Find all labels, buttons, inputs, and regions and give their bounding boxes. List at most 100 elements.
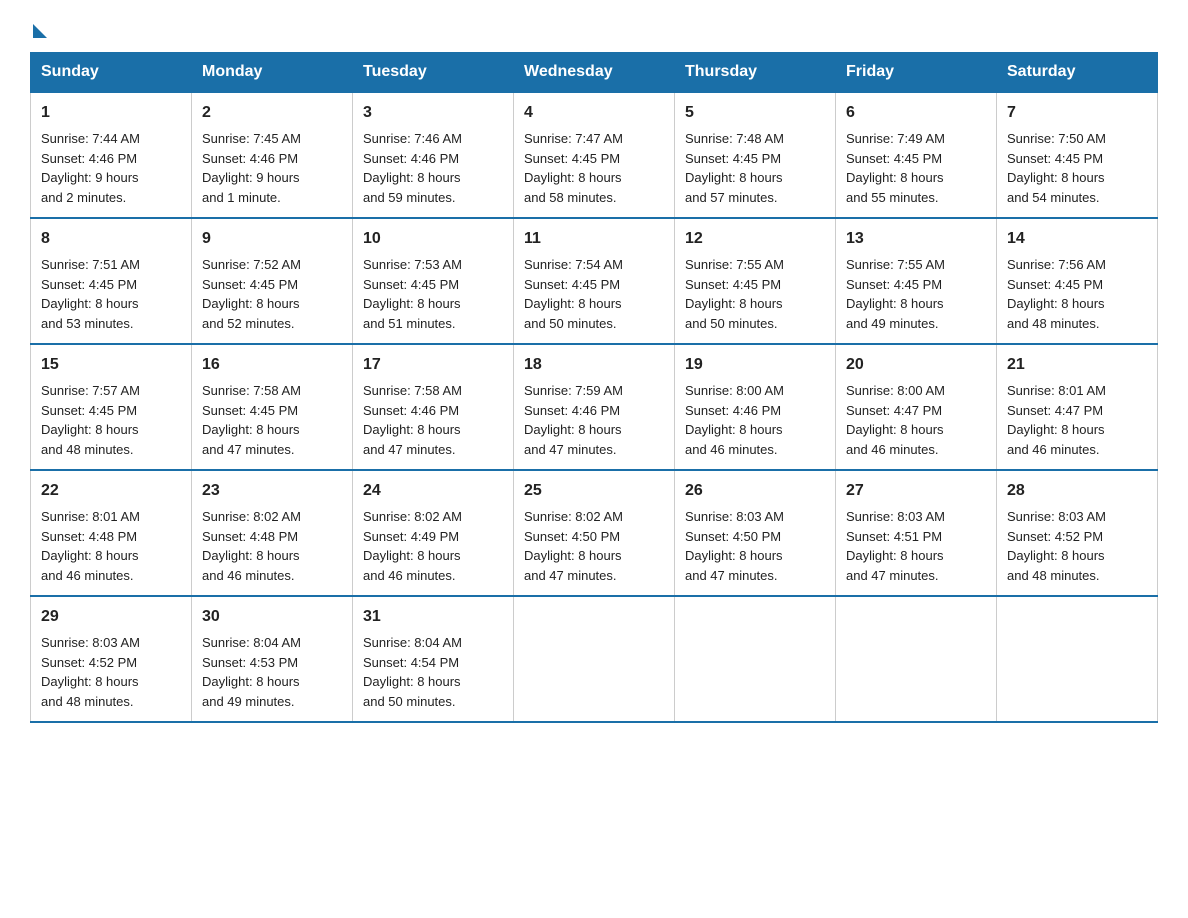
calendar-day-cell: 2 Sunrise: 7:45 AMSunset: 4:46 PMDayligh… [192, 92, 353, 218]
calendar-day-cell [836, 596, 997, 722]
day-number: 16 [202, 353, 342, 377]
day-info: Sunrise: 8:02 AMSunset: 4:49 PMDaylight:… [363, 509, 462, 583]
day-number: 7 [1007, 101, 1147, 125]
day-info: Sunrise: 7:47 AMSunset: 4:45 PMDaylight:… [524, 131, 623, 205]
day-number: 26 [685, 479, 825, 503]
day-info: Sunrise: 7:57 AMSunset: 4:45 PMDaylight:… [41, 383, 140, 457]
day-info: Sunrise: 7:50 AMSunset: 4:45 PMDaylight:… [1007, 131, 1106, 205]
day-info: Sunrise: 7:56 AMSunset: 4:45 PMDaylight:… [1007, 257, 1106, 331]
day-info: Sunrise: 8:00 AMSunset: 4:46 PMDaylight:… [685, 383, 784, 457]
day-number: 13 [846, 227, 986, 251]
calendar-table: SundayMondayTuesdayWednesdayThursdayFrid… [30, 52, 1158, 723]
day-number: 19 [685, 353, 825, 377]
day-number: 4 [524, 101, 664, 125]
day-info: Sunrise: 8:04 AMSunset: 4:54 PMDaylight:… [363, 635, 462, 709]
day-number: 28 [1007, 479, 1147, 503]
day-number: 6 [846, 101, 986, 125]
day-info: Sunrise: 7:54 AMSunset: 4:45 PMDaylight:… [524, 257, 623, 331]
calendar-week-row: 1 Sunrise: 7:44 AMSunset: 4:46 PMDayligh… [31, 92, 1158, 218]
day-info: Sunrise: 7:45 AMSunset: 4:46 PMDaylight:… [202, 131, 301, 205]
day-number: 2 [202, 101, 342, 125]
calendar-day-cell: 17 Sunrise: 7:58 AMSunset: 4:46 PMDaylig… [353, 344, 514, 470]
day-info: Sunrise: 8:03 AMSunset: 4:52 PMDaylight:… [41, 635, 140, 709]
calendar-day-cell: 6 Sunrise: 7:49 AMSunset: 4:45 PMDayligh… [836, 92, 997, 218]
calendar-day-cell [675, 596, 836, 722]
day-info: Sunrise: 8:00 AMSunset: 4:47 PMDaylight:… [846, 383, 945, 457]
day-number: 5 [685, 101, 825, 125]
calendar-day-cell: 27 Sunrise: 8:03 AMSunset: 4:51 PMDaylig… [836, 470, 997, 596]
calendar-day-cell: 28 Sunrise: 8:03 AMSunset: 4:52 PMDaylig… [997, 470, 1158, 596]
calendar-day-cell: 15 Sunrise: 7:57 AMSunset: 4:45 PMDaylig… [31, 344, 192, 470]
day-number: 23 [202, 479, 342, 503]
day-number: 24 [363, 479, 503, 503]
calendar-week-row: 8 Sunrise: 7:51 AMSunset: 4:45 PMDayligh… [31, 218, 1158, 344]
day-number: 11 [524, 227, 664, 251]
calendar-week-row: 22 Sunrise: 8:01 AMSunset: 4:48 PMDaylig… [31, 470, 1158, 596]
calendar-day-cell: 10 Sunrise: 7:53 AMSunset: 4:45 PMDaylig… [353, 218, 514, 344]
day-info: Sunrise: 7:44 AMSunset: 4:46 PMDaylight:… [41, 131, 140, 205]
calendar-week-row: 15 Sunrise: 7:57 AMSunset: 4:45 PMDaylig… [31, 344, 1158, 470]
calendar-day-cell: 14 Sunrise: 7:56 AMSunset: 4:45 PMDaylig… [997, 218, 1158, 344]
calendar-day-cell [514, 596, 675, 722]
day-of-week-header: Wednesday [514, 53, 675, 93]
calendar-day-cell: 12 Sunrise: 7:55 AMSunset: 4:45 PMDaylig… [675, 218, 836, 344]
day-info: Sunrise: 7:48 AMSunset: 4:45 PMDaylight:… [685, 131, 784, 205]
calendar-day-cell: 16 Sunrise: 7:58 AMSunset: 4:45 PMDaylig… [192, 344, 353, 470]
day-info: Sunrise: 7:55 AMSunset: 4:45 PMDaylight:… [846, 257, 945, 331]
day-info: Sunrise: 7:58 AMSunset: 4:46 PMDaylight:… [363, 383, 462, 457]
calendar-day-cell: 8 Sunrise: 7:51 AMSunset: 4:45 PMDayligh… [31, 218, 192, 344]
day-number: 30 [202, 605, 342, 629]
day-number: 3 [363, 101, 503, 125]
day-number: 12 [685, 227, 825, 251]
day-number: 14 [1007, 227, 1147, 251]
calendar-day-cell: 7 Sunrise: 7:50 AMSunset: 4:45 PMDayligh… [997, 92, 1158, 218]
day-of-week-header: Tuesday [353, 53, 514, 93]
calendar-day-cell: 13 Sunrise: 7:55 AMSunset: 4:45 PMDaylig… [836, 218, 997, 344]
calendar-day-cell: 20 Sunrise: 8:00 AMSunset: 4:47 PMDaylig… [836, 344, 997, 470]
day-info: Sunrise: 7:59 AMSunset: 4:46 PMDaylight:… [524, 383, 623, 457]
day-info: Sunrise: 8:03 AMSunset: 4:51 PMDaylight:… [846, 509, 945, 583]
day-info: Sunrise: 7:46 AMSunset: 4:46 PMDaylight:… [363, 131, 462, 205]
day-number: 10 [363, 227, 503, 251]
day-info: Sunrise: 8:04 AMSunset: 4:53 PMDaylight:… [202, 635, 301, 709]
day-number: 17 [363, 353, 503, 377]
day-number: 18 [524, 353, 664, 377]
calendar-day-cell: 4 Sunrise: 7:47 AMSunset: 4:45 PMDayligh… [514, 92, 675, 218]
day-info: Sunrise: 8:01 AMSunset: 4:47 PMDaylight:… [1007, 383, 1106, 457]
calendar-day-cell: 24 Sunrise: 8:02 AMSunset: 4:49 PMDaylig… [353, 470, 514, 596]
calendar-day-cell: 1 Sunrise: 7:44 AMSunset: 4:46 PMDayligh… [31, 92, 192, 218]
day-info: Sunrise: 7:58 AMSunset: 4:45 PMDaylight:… [202, 383, 301, 457]
calendar-day-cell: 22 Sunrise: 8:01 AMSunset: 4:48 PMDaylig… [31, 470, 192, 596]
day-of-week-header: Thursday [675, 53, 836, 93]
day-number: 8 [41, 227, 181, 251]
calendar-day-cell: 23 Sunrise: 8:02 AMSunset: 4:48 PMDaylig… [192, 470, 353, 596]
day-of-week-header: Saturday [997, 53, 1158, 93]
calendar-day-cell: 11 Sunrise: 7:54 AMSunset: 4:45 PMDaylig… [514, 218, 675, 344]
page-header [30, 20, 1158, 34]
calendar-day-cell [997, 596, 1158, 722]
calendar-day-cell: 21 Sunrise: 8:01 AMSunset: 4:47 PMDaylig… [997, 344, 1158, 470]
calendar-header-row: SundayMondayTuesdayWednesdayThursdayFrid… [31, 53, 1158, 93]
day-number: 9 [202, 227, 342, 251]
day-number: 21 [1007, 353, 1147, 377]
day-info: Sunrise: 8:03 AMSunset: 4:52 PMDaylight:… [1007, 509, 1106, 583]
calendar-week-row: 29 Sunrise: 8:03 AMSunset: 4:52 PMDaylig… [31, 596, 1158, 722]
logo [30, 20, 47, 34]
calendar-day-cell: 9 Sunrise: 7:52 AMSunset: 4:45 PMDayligh… [192, 218, 353, 344]
calendar-day-cell: 31 Sunrise: 8:04 AMSunset: 4:54 PMDaylig… [353, 596, 514, 722]
day-of-week-header: Monday [192, 53, 353, 93]
calendar-day-cell: 3 Sunrise: 7:46 AMSunset: 4:46 PMDayligh… [353, 92, 514, 218]
day-info: Sunrise: 7:53 AMSunset: 4:45 PMDaylight:… [363, 257, 462, 331]
day-info: Sunrise: 7:49 AMSunset: 4:45 PMDaylight:… [846, 131, 945, 205]
day-info: Sunrise: 8:01 AMSunset: 4:48 PMDaylight:… [41, 509, 140, 583]
day-info: Sunrise: 8:02 AMSunset: 4:50 PMDaylight:… [524, 509, 623, 583]
logo-arrow-icon [33, 24, 47, 38]
day-number: 22 [41, 479, 181, 503]
day-number: 29 [41, 605, 181, 629]
day-info: Sunrise: 7:55 AMSunset: 4:45 PMDaylight:… [685, 257, 784, 331]
calendar-day-cell: 18 Sunrise: 7:59 AMSunset: 4:46 PMDaylig… [514, 344, 675, 470]
day-number: 25 [524, 479, 664, 503]
calendar-day-cell: 25 Sunrise: 8:02 AMSunset: 4:50 PMDaylig… [514, 470, 675, 596]
calendar-day-cell: 26 Sunrise: 8:03 AMSunset: 4:50 PMDaylig… [675, 470, 836, 596]
day-of-week-header: Sunday [31, 53, 192, 93]
